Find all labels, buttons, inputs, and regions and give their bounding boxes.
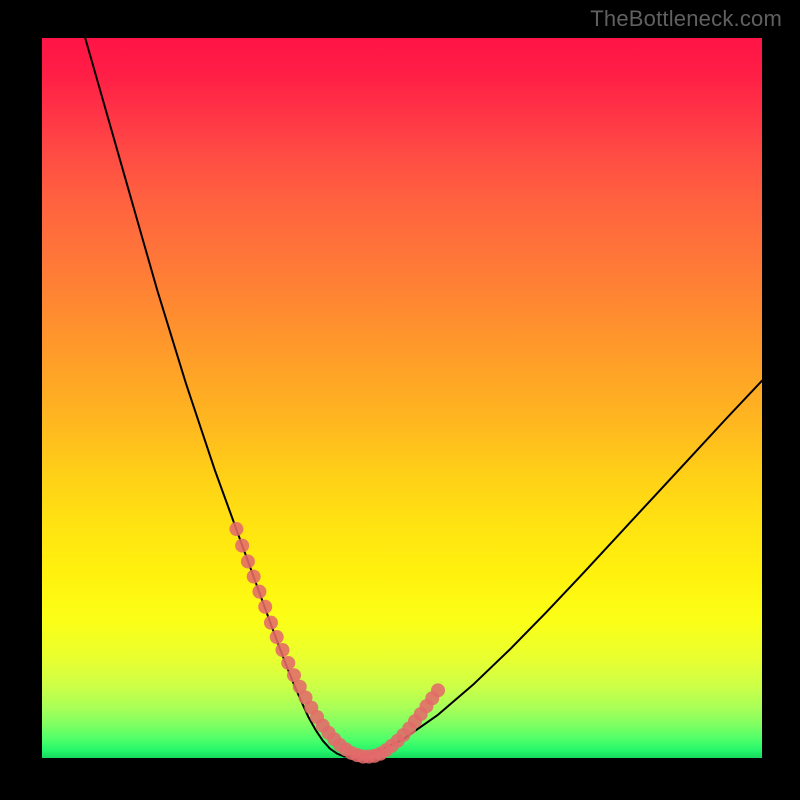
marker-point	[241, 554, 255, 568]
marker-point	[264, 616, 278, 630]
marker-point	[270, 630, 284, 644]
marker-point	[258, 600, 272, 614]
plot-area	[42, 38, 762, 758]
bottleneck-curve-path	[85, 38, 762, 757]
bottleneck-chart-svg	[42, 38, 762, 758]
marker-point	[275, 643, 289, 657]
marker-point	[247, 570, 261, 584]
marker-point	[281, 656, 295, 670]
marker-point	[252, 585, 266, 599]
marker-point	[235, 539, 249, 553]
marker-point	[229, 522, 243, 536]
chart-frame: TheBottleneck.com	[0, 0, 800, 800]
marker-point	[431, 683, 445, 697]
watermark-label: TheBottleneck.com	[590, 6, 782, 32]
